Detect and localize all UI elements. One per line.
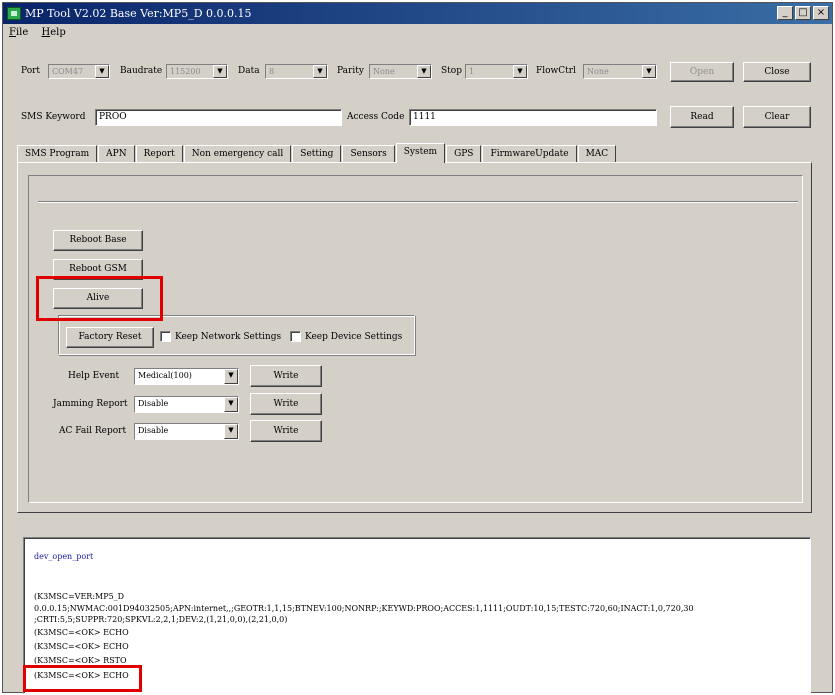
keep-device-checkbox[interactable] — [290, 331, 301, 342]
keep-device-label: Keep Device Settings — [305, 332, 403, 342]
open-button[interactable]: Open — [670, 62, 734, 82]
app-window: MP Tool V2.02 Base Ver:MP5_D 0.0.0.15 _ … — [2, 2, 833, 694]
tab-sensors[interactable]: Sensors — [342, 145, 395, 163]
divider — [38, 201, 798, 203]
keep-network-checkbox[interactable] — [160, 331, 171, 342]
write-ac-fail-button[interactable]: Write — [250, 420, 322, 442]
close-window-button[interactable]: × — [813, 6, 829, 20]
menu-bar: File Help — [3, 24, 832, 42]
write-jamming-button[interactable]: Write — [250, 393, 322, 415]
minimize-button[interactable]: _ — [777, 6, 793, 20]
tab-sms-program[interactable]: SMS Program — [17, 145, 98, 163]
log-line: ;CRTI:5,5;SUPPR:720;SPKVL:2,2,1;DEV:2,(1… — [34, 615, 288, 624]
jamming-report-select[interactable]: Disable ▼ — [134, 396, 239, 413]
port-select[interactable]: COM47 ▼ — [48, 64, 110, 79]
flowctrl-select[interactable]: None ▼ — [583, 64, 657, 79]
access-code-input[interactable]: 1111 — [409, 109, 657, 126]
app-icon — [7, 7, 21, 20]
log-line: 0.0.0.15;NWMAC:001D94032505;APN:internet… — [34, 604, 694, 613]
menu-file[interactable]: File — [9, 27, 28, 38]
tab-report[interactable]: Report — [135, 145, 183, 163]
access-code-label: Access Code — [347, 112, 405, 122]
stop-select[interactable]: 1 ▼ — [465, 64, 528, 79]
stop-label: Stop — [441, 66, 462, 76]
parity-select[interactable]: None ▼ — [369, 64, 432, 79]
read-button[interactable]: Read — [670, 106, 734, 128]
chevron-down-icon[interactable]: ▼ — [95, 65, 109, 78]
help-event-select[interactable]: Medical(100) ▼ — [134, 368, 239, 385]
maximize-button[interactable]: □ — [795, 6, 811, 20]
log-line: (K3MSC=VER:MP5_D — [34, 592, 125, 601]
chevron-down-icon[interactable]: ▼ — [224, 397, 238, 412]
factory-reset-button[interactable]: Factory Reset — [66, 327, 154, 348]
chevron-down-icon[interactable]: ▼ — [224, 424, 238, 439]
sms-keyword-label: SMS Keyword — [21, 112, 86, 122]
baudrate-label: Baudrate — [120, 66, 163, 76]
menu-help[interactable]: Help — [41, 27, 65, 38]
log-line: dev_open_port — [34, 552, 94, 561]
reboot-base-button[interactable]: Reboot Base — [53, 230, 143, 251]
tab-apn[interactable]: APN — [98, 145, 135, 163]
echo-highlight — [23, 665, 142, 692]
data-label: Data — [238, 66, 260, 76]
tab-system[interactable]: System — [395, 143, 446, 163]
sms-keyword-input[interactable]: PROO — [95, 109, 342, 126]
help-event-label: Help Event — [68, 371, 120, 381]
ac-fail-report-label: AC Fail Report — [59, 426, 127, 436]
jamming-report-label: Jamming Report — [53, 399, 128, 409]
chevron-down-icon[interactable]: ▼ — [513, 65, 527, 78]
chevron-down-icon[interactable]: ▼ — [213, 65, 227, 78]
port-label: Port — [21, 66, 41, 76]
chevron-down-icon[interactable]: ▼ — [642, 65, 656, 78]
alive-highlight — [36, 276, 163, 321]
tab-gps[interactable]: GPS — [446, 145, 482, 163]
tab-firmware-update[interactable]: FirmwareUpdate — [482, 145, 577, 163]
keep-network-label: Keep Network Settings — [175, 332, 282, 342]
title-bar: MP Tool V2.02 Base Ver:MP5_D 0.0.0.15 _ … — [3, 3, 832, 24]
log-line: (K3MSC=<OK> ECHO — [34, 642, 129, 651]
data-select[interactable]: 8 ▼ — [265, 64, 328, 79]
tab-setting[interactable]: Setting — [292, 145, 342, 163]
ac-fail-report-select[interactable]: Disable ▼ — [134, 423, 239, 440]
flowctrl-label: FlowCtrl — [536, 66, 576, 76]
clear-button[interactable]: Clear — [743, 106, 811, 128]
log-line: (K3MSC=<OK> ECHO — [34, 628, 129, 637]
baudrate-select[interactable]: 115200 ▼ — [166, 64, 228, 79]
window-title: MP Tool V2.02 Base Ver:MP5_D 0.0.0.15 — [25, 7, 252, 20]
write-help-event-button[interactable]: Write — [250, 365, 322, 387]
chevron-down-icon[interactable]: ▼ — [313, 65, 327, 78]
chevron-down-icon[interactable]: ▼ — [417, 65, 431, 78]
close-port-button[interactable]: Close — [743, 62, 811, 82]
parity-label: Parity — [337, 66, 364, 76]
chevron-down-icon[interactable]: ▼ — [224, 369, 238, 384]
tab-non-emergency-call[interactable]: Non emergency call — [183, 145, 292, 163]
tab-mac[interactable]: MAC — [577, 145, 617, 163]
tab-strip: SMS Program APN Report Non emergency cal… — [17, 143, 617, 163]
log-line: (K3MSC=<OK> RSTO — [34, 656, 127, 665]
